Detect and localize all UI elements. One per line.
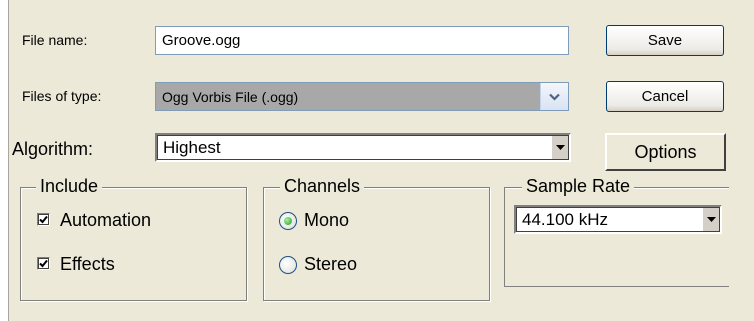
chevron-down-icon [706,216,716,222]
mono-label[interactable]: Mono [304,211,349,229]
include-legend: Include [36,177,103,195]
automation-label[interactable]: Automation [60,211,151,229]
mono-radio[interactable] [279,212,297,230]
sample-rate-select[interactable]: 44.100 kHz [514,205,722,234]
file-name-label: File name: [22,32,88,48]
sample-rate-group-bottom-border [504,286,729,287]
include-group-bottom-border [20,300,247,301]
sample-rate-group [504,187,729,287]
channels-group-right-border [489,187,490,301]
cancel-button[interactable]: Cancel [606,81,724,112]
channels-legend: Channels [280,177,365,195]
sample-rate-value: 44.100 kHz [522,210,608,229]
file-type-label: Files of type: [22,88,102,104]
channels-group [263,187,490,301]
stereo-label[interactable]: Stereo [304,255,357,273]
include-group [20,187,247,301]
algorithm-dropdown-button[interactable] [551,135,569,160]
file-name-value: Groove.ogg [162,32,241,49]
checkmark-icon [39,259,48,268]
include-group-right-border [246,187,247,301]
file-type-select[interactable]: Ogg Vorbis File (.ogg) [155,82,569,111]
checkmark-icon [39,215,48,224]
automation-checkbox[interactable] [37,213,50,226]
file-type-value: Ogg Vorbis File (.ogg) [162,88,299,105]
options-button[interactable]: Options [605,133,726,171]
save-button[interactable]: Save [606,25,724,56]
panel-left-edge [8,0,9,321]
chevron-down-icon [549,93,560,101]
algorithm-select[interactable]: Highest [155,133,571,162]
file-type-dropdown-button[interactable] [540,83,568,110]
file-name-input[interactable]: Groove.ogg [155,26,569,55]
channels-group-bottom-border [263,300,490,301]
chevron-down-icon [555,144,565,150]
algorithm-label: Algorithm: [12,139,94,159]
effects-label[interactable]: Effects [60,255,115,273]
stereo-radio[interactable] [279,256,297,274]
effects-checkbox[interactable] [37,257,50,270]
algorithm-value: Highest [163,138,221,157]
sample-rate-dropdown-button[interactable] [702,207,720,232]
radio-dot-icon [284,217,292,225]
sample-rate-legend: Sample Rate [522,177,635,195]
